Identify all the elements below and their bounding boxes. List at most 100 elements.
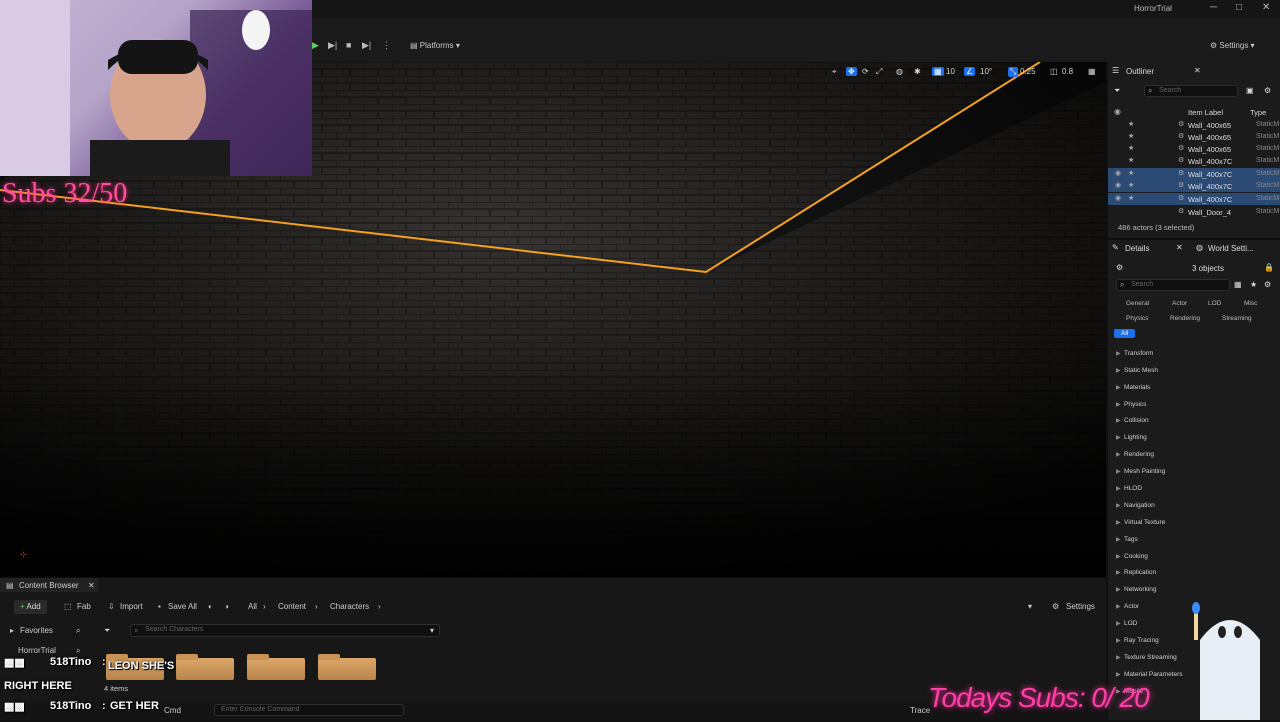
outliner-row-selected[interactable]: ◉ ★ ⚙ Wall_400x7C StaticM (1108, 193, 1280, 205)
history-back-icon[interactable]: ◐ (208, 602, 213, 611)
expand-arrow-icon[interactable]: ▶ (1116, 586, 1121, 593)
expand-arrow-icon[interactable]: ▶ (1116, 637, 1121, 644)
play-icon[interactable]: ▶ (312, 40, 319, 51)
category-texture-streaming[interactable]: Texture Streaming (1124, 654, 1177, 661)
select-tool-icon[interactable]: ⌖ (832, 67, 837, 77)
expand-arrow-icon[interactable]: ▶ (1116, 502, 1121, 509)
save-icon[interactable]: ▪ (158, 602, 161, 611)
project-root[interactable]: HorrorTrial (18, 646, 56, 655)
stop-icon[interactable]: ■ (346, 40, 351, 50)
minimize-button[interactable]: ─ (1210, 2, 1217, 13)
eject-icon[interactable]: ▶| (362, 40, 371, 51)
step-icon[interactable]: ▶| (328, 40, 337, 51)
filter-streaming[interactable]: Streaming (1222, 315, 1252, 322)
expand-arrow-icon[interactable]: ▶ (1116, 671, 1121, 678)
expand-arrow-icon[interactable]: ▶ (1116, 569, 1121, 576)
category-tags[interactable]: Tags (1124, 536, 1138, 543)
category-ray-tracing[interactable]: Ray Tracing (1124, 637, 1159, 644)
category-virtual-texture[interactable]: Virtual Texture (1124, 519, 1165, 526)
fab-button[interactable]: Fab (77, 602, 91, 611)
outliner-row[interactable]: ⚙ Wall_Door_4 StaticM (1108, 206, 1280, 218)
import-icon[interactable]: ⇩ (108, 602, 115, 611)
category-rendering[interactable]: Rendering (1124, 451, 1154, 458)
cmd-button[interactable]: Cmd (164, 706, 181, 715)
expand-arrow-icon[interactable]: ▶ (1116, 485, 1121, 492)
eye-icon[interactable]: ◉ (1115, 194, 1121, 202)
gear-icon[interactable]: ⚙ (1052, 602, 1059, 611)
more-options-icon[interactable]: ⋮ (382, 40, 391, 51)
search-icon[interactable]: ⌕ (76, 646, 80, 656)
category-transform[interactable]: Transform (1124, 350, 1153, 357)
history-forward-icon[interactable]: ◑ (224, 602, 229, 611)
expand-arrow-icon[interactable]: ▶ (1116, 620, 1121, 627)
expand-arrow-icon[interactable]: ▶ (1116, 367, 1121, 374)
filter-icon[interactable]: ⏷ (104, 626, 110, 636)
column-type[interactable]: Type (1250, 108, 1266, 117)
lock-icon[interactable]: 🔒 (1264, 263, 1274, 272)
category-replication[interactable]: Replication (1124, 569, 1156, 576)
settings-button[interactable]: ⚙ Settings ▾ (1210, 41, 1255, 50)
outliner-row[interactable]: ★ ⚙ Wall_400x7C StaticM (1108, 155, 1280, 167)
camera-speed-icon[interactable]: ◫ (1050, 67, 1058, 76)
outliner-row-selected[interactable]: ◉ ★ ⚙ Wall_400x7C StaticM (1108, 180, 1280, 192)
filter-misc[interactable]: Misc (1244, 300, 1257, 307)
rotation-snap-value[interactable]: 10° (980, 67, 992, 76)
expand-arrow-icon[interactable]: ▶ (1116, 434, 1121, 441)
category-networking[interactable]: Networking (1124, 586, 1157, 593)
expand-arrow-icon[interactable]: ▶ (1116, 536, 1121, 543)
close-tab-icon[interactable]: ✕ (88, 581, 95, 590)
world-settings-tab[interactable]: World Setti... (1208, 244, 1254, 253)
filter-icon[interactable]: ⏷ (1114, 86, 1120, 96)
folder-item[interactable] (318, 654, 376, 680)
fab-icon[interactable]: ⬚ (64, 602, 72, 611)
move-tool-icon[interactable]: ✥ (846, 67, 857, 76)
outliner-settings-icon[interactable]: ⚙ (1264, 86, 1271, 95)
grid-snap-value[interactable]: 10 (946, 67, 955, 76)
close-tab-icon[interactable]: ✕ (1176, 243, 1183, 252)
column-item-label[interactable]: Item Label (1188, 108, 1223, 117)
category-actor[interactable]: Actor (1124, 603, 1139, 610)
search-icon[interactable]: ⌕ (76, 626, 80, 636)
expand-arrow-icon[interactable]: ▶ (1116, 451, 1121, 458)
chevron-down-icon[interactable]: ▾ (430, 626, 434, 635)
outliner-row-selected[interactable]: ◉ ★ ⚙ Wall_400x7C StaticM (1108, 168, 1280, 180)
filter-physics[interactable]: Physics (1126, 315, 1148, 322)
filter-lod[interactable]: LOD (1208, 300, 1221, 307)
rotate-tool-icon[interactable]: ⟳ (862, 67, 869, 76)
category-navigation[interactable]: Navigation (1124, 502, 1155, 509)
expand-arrow-icon[interactable]: ▶ (1116, 468, 1121, 475)
close-window-button[interactable]: ✕ (1262, 2, 1270, 13)
expand-arrow-icon[interactable]: ▶ (1116, 417, 1121, 424)
path-dropdown-icon[interactable]: ▾ (1028, 602, 1032, 611)
details-tab[interactable]: Details (1125, 244, 1149, 253)
outliner-row[interactable]: ★ ⚙ Wall_400x65 StaticM (1108, 131, 1280, 143)
scale-snap-icon[interactable]: ⤡ (1008, 67, 1019, 77)
close-tab-icon[interactable]: ✕ (1194, 66, 1201, 75)
outliner-tab[interactable]: Outliner (1126, 67, 1154, 76)
expand-arrow-icon[interactable]: ▶ (1116, 553, 1121, 560)
favorites-section[interactable]: Favorites (20, 626, 53, 635)
outliner-row[interactable]: ★ ⚙ Wall_400x65 StaticM (1108, 119, 1280, 131)
rotation-snap-icon[interactable]: ∠ (964, 67, 976, 76)
add-button[interactable]: + Add (14, 600, 47, 614)
filter-actor[interactable]: Actor (1172, 300, 1187, 307)
expand-arrow-icon[interactable]: ▶ (1116, 654, 1121, 661)
content-browser-tab[interactable]: Content Browser (19, 581, 79, 590)
maximize-button[interactable]: □ (1236, 2, 1242, 13)
expand-arrow-icon[interactable]: ▶ (1116, 519, 1121, 526)
world-space-icon[interactable]: ◍ (896, 67, 903, 76)
outliner-row[interactable]: ★ ⚙ Wall_400x65 StaticM (1108, 143, 1280, 155)
scale-snap-value[interactable]: 0.25 (1020, 67, 1036, 76)
filter-all[interactable]: All (1114, 329, 1136, 338)
category-lighting[interactable]: Lighting (1124, 434, 1147, 441)
category-hlod[interactable]: HLOD (1124, 485, 1142, 492)
expand-arrow-icon[interactable]: ▶ (1116, 384, 1121, 391)
import-button[interactable]: Import (120, 602, 143, 611)
grid-snap-icon[interactable]: ▦ (932, 67, 944, 76)
platforms-button[interactable]: ▤ Platforms ▾ (410, 41, 460, 50)
add-folder-icon[interactable]: ▣ (1246, 86, 1254, 95)
eye-icon[interactable]: ◉ (1115, 169, 1121, 177)
expand-arrow-icon[interactable]: ▸ (10, 626, 14, 635)
category-cooking[interactable]: Cooking (1124, 553, 1148, 560)
surface-snap-icon[interactable]: ✱ (914, 67, 921, 76)
